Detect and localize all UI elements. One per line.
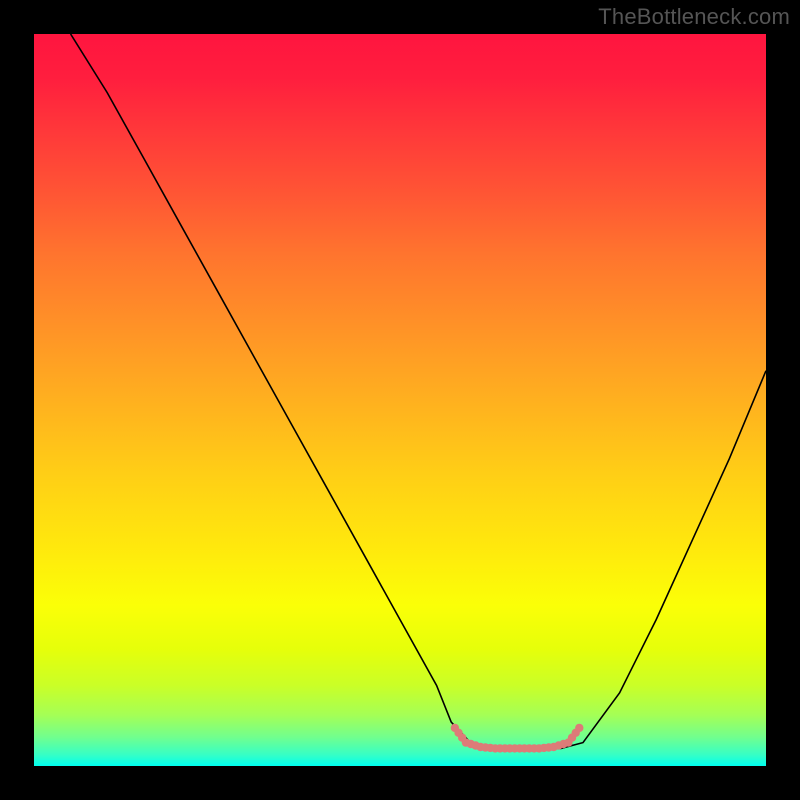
watermark-text: TheBottleneck.com xyxy=(598,4,790,30)
curve-layer xyxy=(34,34,766,766)
bottleneck-curve xyxy=(71,34,766,748)
plot-area xyxy=(34,34,766,766)
chart-container: TheBottleneck.com xyxy=(0,0,800,800)
